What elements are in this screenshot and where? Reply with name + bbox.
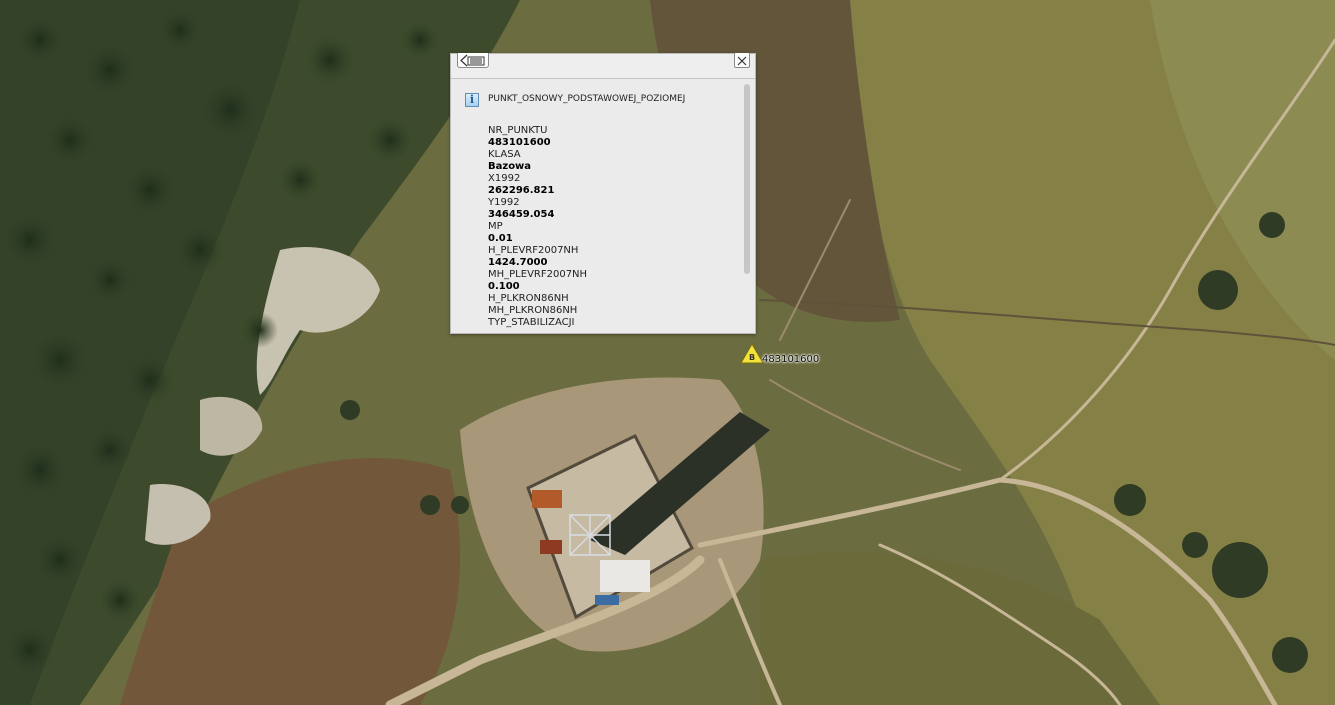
attribute-label: MH_PLKRON86NH bbox=[488, 305, 578, 316]
attribute-value: 346459.054 bbox=[488, 209, 555, 220]
marker-glyph: B bbox=[749, 353, 755, 362]
info-icon: i bbox=[465, 93, 479, 107]
close-icon bbox=[737, 56, 747, 66]
attribute-label: MP bbox=[488, 221, 503, 232]
attribute-label: X1992 bbox=[488, 173, 521, 184]
marker-label: 483101600 bbox=[762, 354, 820, 365]
back-button[interactable] bbox=[457, 53, 489, 68]
survey-point-triangle-icon[interactable]: B bbox=[740, 342, 764, 366]
attribute-label: MH_PLEVRF2007NH bbox=[488, 269, 588, 280]
attribute-label: H_PLEVRF2007NH bbox=[488, 245, 579, 256]
popup-scrollbar[interactable] bbox=[741, 79, 753, 333]
attribute-value: 0.100 bbox=[488, 281, 520, 292]
attribute-label: Y1992 bbox=[488, 197, 520, 208]
attribute-label: KLASA bbox=[488, 149, 521, 160]
attribute-label: NR_PUNKTU bbox=[488, 125, 548, 136]
attribute-label: H_PLKRON86NH bbox=[488, 293, 569, 304]
attribute-value: Bazowa bbox=[488, 161, 532, 172]
popup-content[interactable]: i PUNKT_OSNOWY_PODSTAWOWEJ_POZIOMEJ NR_P… bbox=[451, 79, 741, 333]
attribute-list: NR_PUNKTU 483101600 KLASA Bazowa X1992 262296… bbox=[488, 125, 738, 329]
popup-header bbox=[451, 53, 755, 79]
attribute-label: TYP_STABILIZACJI bbox=[488, 317, 575, 328]
attribute-value: 0.01 bbox=[488, 233, 513, 244]
feature-info-popup[interactable]: i PUNKT_OSNOWY_PODSTAWOWEJ_POZIOMEJ NR_P… bbox=[450, 53, 756, 334]
back-list-icon bbox=[460, 54, 485, 67]
layer-name: PUNKT_OSNOWY_PODSTAWOWEJ_POZIOMEJ bbox=[488, 94, 686, 104]
attribute-value: 1424.7000 bbox=[488, 257, 548, 268]
close-button[interactable] bbox=[734, 53, 750, 68]
attribute-value: 483101600 bbox=[488, 137, 551, 148]
scrollbar-thumb[interactable] bbox=[744, 84, 750, 274]
attribute-value: 262296.821 bbox=[488, 185, 555, 196]
lattice-tower bbox=[569, 514, 611, 556]
